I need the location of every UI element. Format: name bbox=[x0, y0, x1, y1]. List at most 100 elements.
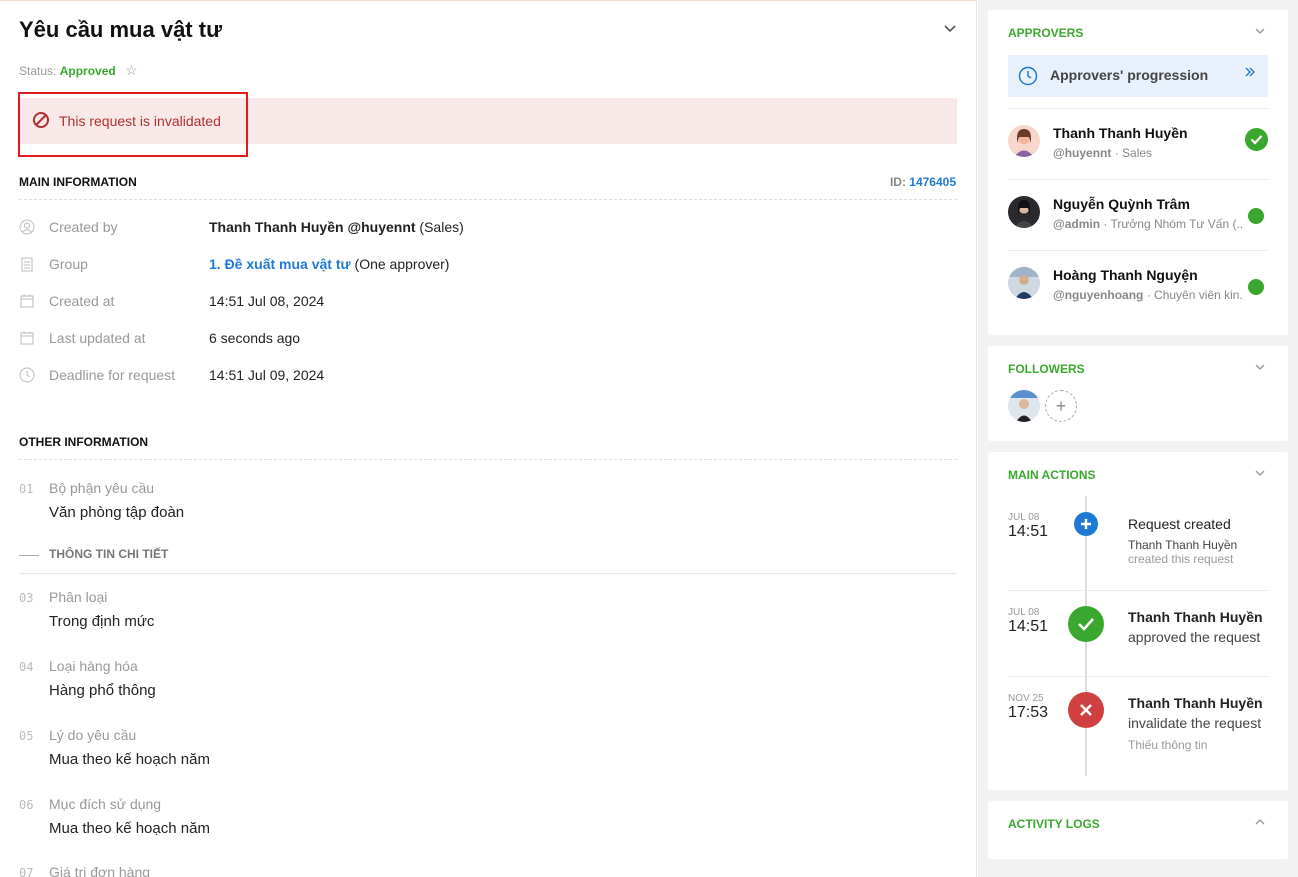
last-updated-value: 6 seconds ago bbox=[209, 330, 301, 346]
followers-card: FOLLOWERS + bbox=[988, 346, 1288, 441]
field-label: Bộ phận yêu cầu bbox=[49, 480, 155, 496]
event-note: Thiếu thông tin bbox=[1128, 738, 1208, 752]
follower-avatar[interactable] bbox=[1008, 390, 1040, 422]
event-actor: Thanh Thanh Huyền bbox=[1128, 609, 1263, 625]
created-at-row: Created at 14:51 Jul 08, 2024 bbox=[19, 292, 949, 312]
main-actions-heading: MAIN ACTIONS bbox=[1008, 468, 1096, 482]
chevron-down-icon[interactable] bbox=[943, 21, 957, 37]
user-icon bbox=[19, 219, 35, 235]
divider bbox=[19, 459, 957, 460]
last-updated-label: Last updated at bbox=[49, 330, 146, 346]
activity-logs-card[interactable]: ACTIVITY LOGS bbox=[988, 801, 1288, 859]
group-extra: (One approver) bbox=[350, 256, 450, 272]
id-value[interactable]: 1476405 bbox=[909, 175, 956, 189]
status-badge: Approved bbox=[59, 64, 116, 78]
approver-name: Hoàng Thanh Nguyện bbox=[1053, 267, 1198, 283]
field-number: 04 bbox=[19, 660, 34, 674]
clock-icon bbox=[19, 367, 35, 383]
field-number: 01 bbox=[19, 482, 34, 496]
chevron-down-icon[interactable] bbox=[1254, 360, 1266, 374]
calendar-icon bbox=[19, 330, 35, 346]
created-by-value: Thanh Thanh Huyền @huyennt (Sales) bbox=[209, 219, 464, 235]
request-detail-panel: Yêu cầu mua vật tư Status: Approved ☆ Th… bbox=[0, 0, 977, 877]
field-value: Hàng phổ thông bbox=[49, 682, 156, 699]
approver-item[interactable]: Hoàng Thanh Nguyện @nguyenhoang · Chuyên… bbox=[1008, 250, 1268, 320]
last-updated-row: Last updated at 6 seconds ago bbox=[19, 329, 949, 349]
avatar bbox=[1008, 196, 1040, 228]
event-action: approved the request bbox=[1128, 629, 1261, 645]
group-link[interactable]: 1. Đề xuất mua vật tư bbox=[209, 256, 351, 272]
star-icon[interactable]: ☆ bbox=[125, 62, 138, 78]
field-value: Mua theo kế hoạch năm bbox=[49, 751, 210, 768]
divider bbox=[1008, 676, 1268, 677]
created-at-value: 14:51 Jul 08, 2024 bbox=[209, 293, 325, 309]
event-date: JUL 08 bbox=[1008, 512, 1040, 523]
field-number: 05 bbox=[19, 729, 34, 743]
event-date: NOV 25 bbox=[1008, 693, 1044, 704]
approver-name: Nguyễn Quỳnh Trâm bbox=[1053, 196, 1190, 212]
add-follower-button[interactable]: + bbox=[1045, 390, 1077, 422]
created-by-row: Created by Thanh Thanh Huyền @huyennt (S… bbox=[19, 218, 949, 238]
event-time: 17:53 bbox=[1008, 704, 1049, 721]
chevron-down-icon[interactable] bbox=[1254, 24, 1266, 38]
creator-dept: (Sales) bbox=[415, 219, 464, 235]
creator-name[interactable]: Thanh Thanh Huyền @huyennt bbox=[209, 219, 416, 235]
approver-meta: @admin · Trưởng Nhóm Tư Vấn (... bbox=[1053, 217, 1243, 231]
event-note: created this request bbox=[1128, 552, 1234, 566]
followers-heading: FOLLOWERS bbox=[1008, 362, 1085, 376]
plus-icon bbox=[1074, 512, 1098, 536]
field-number: 03 bbox=[19, 591, 34, 605]
clipboard-icon bbox=[19, 256, 35, 272]
alert-highlight-box bbox=[18, 92, 248, 157]
field-label: Phân loại bbox=[49, 589, 108, 605]
chevron-down-icon[interactable] bbox=[1254, 466, 1266, 480]
field-number: 06 bbox=[19, 798, 34, 812]
approvers-card: APPROVERS Approvers' progression Thanh T… bbox=[988, 10, 1288, 335]
activity-logs-heading: ACTIVITY LOGS bbox=[1008, 817, 1100, 831]
divider bbox=[19, 199, 957, 200]
created-at-label: Created at bbox=[49, 293, 115, 309]
status-dot bbox=[1248, 279, 1264, 295]
avatar bbox=[1008, 125, 1040, 157]
field-number: 07 bbox=[19, 866, 34, 877]
event-actor: Thanh Thanh Huyền bbox=[1128, 538, 1238, 552]
other-info-heading: OTHER INFORMATION bbox=[19, 435, 149, 449]
approver-item[interactable]: Thanh Thanh Huyền @huyennt · Sales bbox=[1008, 108, 1268, 178]
approver-role: · Chuyên viên kin... bbox=[1143, 288, 1243, 302]
deadline-row: Deadline for request 14:51 Jul 09, 2024 bbox=[19, 366, 949, 386]
approver-meta: @huyennt · Sales bbox=[1053, 146, 1243, 160]
group-row: Group 1. Đề xuất mua vật tư (One approve… bbox=[19, 255, 949, 275]
approvers-heading: APPROVERS bbox=[1008, 26, 1084, 40]
approver-meta: @nguyenhoang · Chuyên viên kin... bbox=[1053, 288, 1243, 302]
right-sidebar: APPROVERS Approvers' progression Thanh T… bbox=[978, 0, 1298, 877]
field-label: Mục đích sử dụng bbox=[49, 796, 162, 812]
event-time: 14:51 bbox=[1008, 618, 1049, 635]
chevron-up-icon[interactable] bbox=[1254, 815, 1266, 829]
event-action: invalidate the request bbox=[1128, 715, 1262, 731]
status-dot bbox=[1248, 208, 1264, 224]
main-actions-card: MAIN ACTIONS JUL 08 14:51 Request create… bbox=[988, 452, 1288, 790]
progression-label: Approvers' progression bbox=[1050, 67, 1209, 83]
event-title: Request created bbox=[1128, 516, 1231, 532]
created-by-label: Created by bbox=[49, 219, 118, 235]
event-date: JUL 08 bbox=[1008, 607, 1040, 618]
event-time: 14:51 bbox=[1008, 523, 1049, 540]
field-label: Loại hàng hóa bbox=[49, 658, 138, 674]
calendar-icon bbox=[19, 293, 35, 309]
check-icon bbox=[1068, 606, 1104, 642]
clock-icon bbox=[1018, 66, 1038, 86]
request-id: ID: 1476405 bbox=[890, 175, 956, 189]
approvers-progression-button[interactable]: Approvers' progression bbox=[1008, 55, 1268, 97]
id-label: ID: bbox=[889, 175, 906, 189]
approver-item[interactable]: Nguyễn Quỳnh Trâm @admin · Trưởng Nhóm T… bbox=[1008, 179, 1268, 249]
event-actor: Thanh Thanh Huyền bbox=[1128, 695, 1263, 711]
status-label: Status: bbox=[19, 64, 57, 78]
double-chevron-right-icon bbox=[1244, 65, 1256, 83]
page-title: Yêu cầu mua vật tư bbox=[19, 17, 222, 42]
group-value: 1. Đề xuất mua vật tư (One approver) bbox=[209, 256, 449, 272]
detail-section-title: THÔNG TIN CHI TIẾT bbox=[49, 547, 169, 561]
approver-handle: @admin bbox=[1053, 217, 1101, 231]
field-label: Giá trị đơn hàng bbox=[49, 864, 151, 877]
group-label: Group bbox=[49, 256, 88, 272]
approver-role: · Sales bbox=[1111, 146, 1153, 160]
